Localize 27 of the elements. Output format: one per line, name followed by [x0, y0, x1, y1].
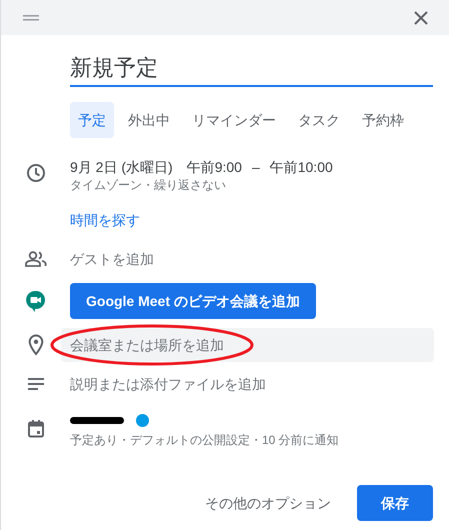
event-type-tab[interactable]: 予約枠	[354, 102, 412, 138]
event-type-tab[interactable]: 外出中	[120, 102, 178, 138]
event-type-tab[interactable]: リマインダー	[184, 102, 284, 138]
calendar-icon	[28, 420, 44, 438]
clock-icon	[26, 163, 46, 183]
add-meet-button[interactable]: Google Meet のビデオ会議を追加	[70, 283, 316, 319]
save-button[interactable]: 保存	[357, 485, 433, 521]
location-pin-icon	[28, 334, 44, 356]
event-type-tab[interactable]: タスク	[290, 102, 348, 138]
start-time[interactable]: 午前9:00	[186, 157, 242, 177]
calendar-details-text[interactable]: 予定あり・デフォルトの公開設定・10 分前に通知	[70, 432, 339, 448]
time-options-text[interactable]: タイムゾーン・繰り返さない	[70, 177, 333, 193]
drag-handle-icon[interactable]	[23, 14, 39, 20]
redaction-mark	[70, 416, 124, 424]
event-type-tab[interactable]: 予定	[70, 102, 114, 138]
title-field[interactable]: 新規予定	[70, 53, 433, 87]
time-separator: –	[252, 158, 260, 177]
description-field[interactable]: 説明または添付ファイルを追加	[70, 374, 410, 394]
more-options-button[interactable]: その他のオプション	[197, 485, 339, 521]
people-icon	[24, 251, 46, 267]
location-field[interactable]: 会議室または場所を追加	[61, 328, 434, 362]
guests-field[interactable]: ゲストを追加	[70, 248, 400, 270]
date-text[interactable]: 9月 2日 (水曜日)	[70, 157, 173, 177]
find-time-link[interactable]: 時間を探す	[70, 212, 140, 228]
end-time[interactable]: 午前10:00	[270, 157, 333, 177]
video-camera-icon	[26, 290, 46, 312]
description-lines-icon	[28, 378, 44, 390]
